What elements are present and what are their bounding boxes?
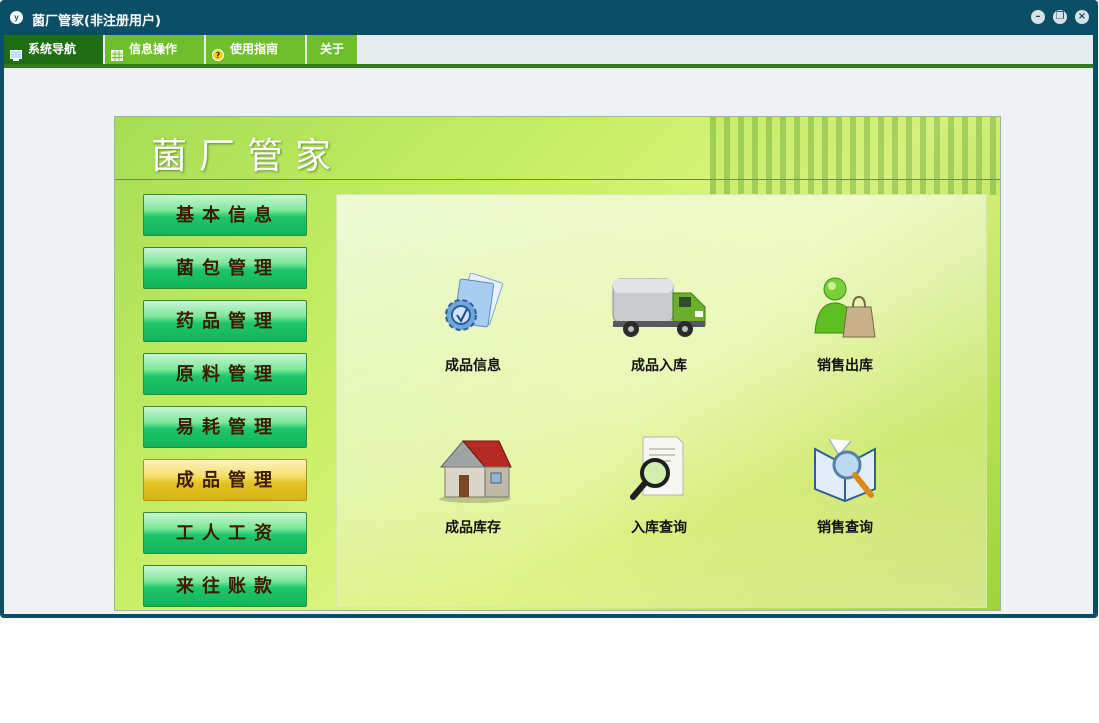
close-icon[interactable]: ×: [1075, 10, 1089, 24]
tile-inbound-query[interactable]: 入库查询: [589, 435, 729, 537]
tile-product-stock[interactable]: 成品库存: [403, 435, 543, 537]
app-window: y 菌厂管家(非注册用户) – ❐ × 系统导航 信息操作 ? 使用指南 关于 …: [0, 0, 1098, 618]
content-area: 成品信息 成品入库 销售出库 成品库存 入库查询 销售查询: [336, 194, 987, 608]
tab-about[interactable]: 关于: [307, 35, 359, 64]
title-bar[interactable]: y 菌厂管家(非注册用户) – ❐ ×: [0, 0, 1098, 34]
truck-icon: [609, 273, 709, 343]
tile-product-inbound[interactable]: 成品入库: [589, 273, 729, 375]
tile-label: 销售查询: [817, 520, 873, 536]
monitor-icon: [10, 43, 22, 61]
nav-medicine-button[interactable]: 药品管理: [143, 300, 307, 342]
main-panel: 菌厂管家 基本信息 菌包管理 药品管理 原料管理 易耗管理 成品管理 工人工资 …: [114, 116, 1001, 611]
house-icon: [433, 435, 513, 505]
tile-label: 入库查询: [631, 520, 687, 536]
nav-accounts-button[interactable]: 来往账款: [143, 565, 307, 607]
tile-label: 成品信息: [445, 358, 501, 374]
window-title: 菌厂管家(非注册用户): [32, 14, 161, 29]
grid-icon: [111, 43, 123, 61]
tab-label: 系统导航: [28, 42, 77, 56]
nav-worker-wages-button[interactable]: 工人工资: [143, 512, 307, 554]
tile-label: 销售出库: [817, 358, 873, 374]
tab-label: 信息操作: [129, 42, 178, 56]
minimize-icon[interactable]: –: [1031, 10, 1045, 24]
nav-finished-goods-button[interactable]: 成品管理: [143, 459, 307, 501]
help-icon: ?: [212, 43, 224, 61]
nav-spawn-bag-button[interactable]: 菌包管理: [143, 247, 307, 289]
tab-system-navigation[interactable]: 系统导航: [4, 35, 105, 64]
tab-label: 关于: [320, 42, 345, 56]
restore-icon[interactable]: ❐: [1053, 10, 1067, 24]
tile-sales-outbound[interactable]: 销售出库: [775, 273, 915, 375]
tab-info-operation[interactable]: 信息操作: [105, 35, 206, 64]
magnifier-document-icon: [619, 435, 699, 505]
nav-consumables-button[interactable]: 易耗管理: [143, 406, 307, 448]
magnifier-book-icon: [805, 435, 885, 505]
tile-label: 成品入库: [631, 358, 687, 374]
tile-product-info[interactable]: 成品信息: [403, 272, 543, 375]
tile-sales-query[interactable]: 销售查询: [775, 435, 915, 537]
tab-label: 使用指南: [230, 42, 279, 56]
tab-user-guide[interactable]: ? 使用指南: [206, 35, 307, 64]
panel-title: 菌厂管家: [151, 136, 344, 177]
app-logo-icon: y: [10, 11, 23, 24]
svg-text:?: ?: [216, 51, 221, 60]
document-gear-icon: [433, 272, 513, 343]
header-decoration: [710, 117, 1000, 195]
header-divider: [115, 179, 1000, 180]
tile-label: 成品库存: [445, 520, 501, 536]
nav-raw-material-button[interactable]: 原料管理: [143, 353, 307, 395]
user-shopping-bag-icon: [805, 273, 885, 343]
nav-basic-info-button[interactable]: 基本信息: [143, 194, 307, 236]
